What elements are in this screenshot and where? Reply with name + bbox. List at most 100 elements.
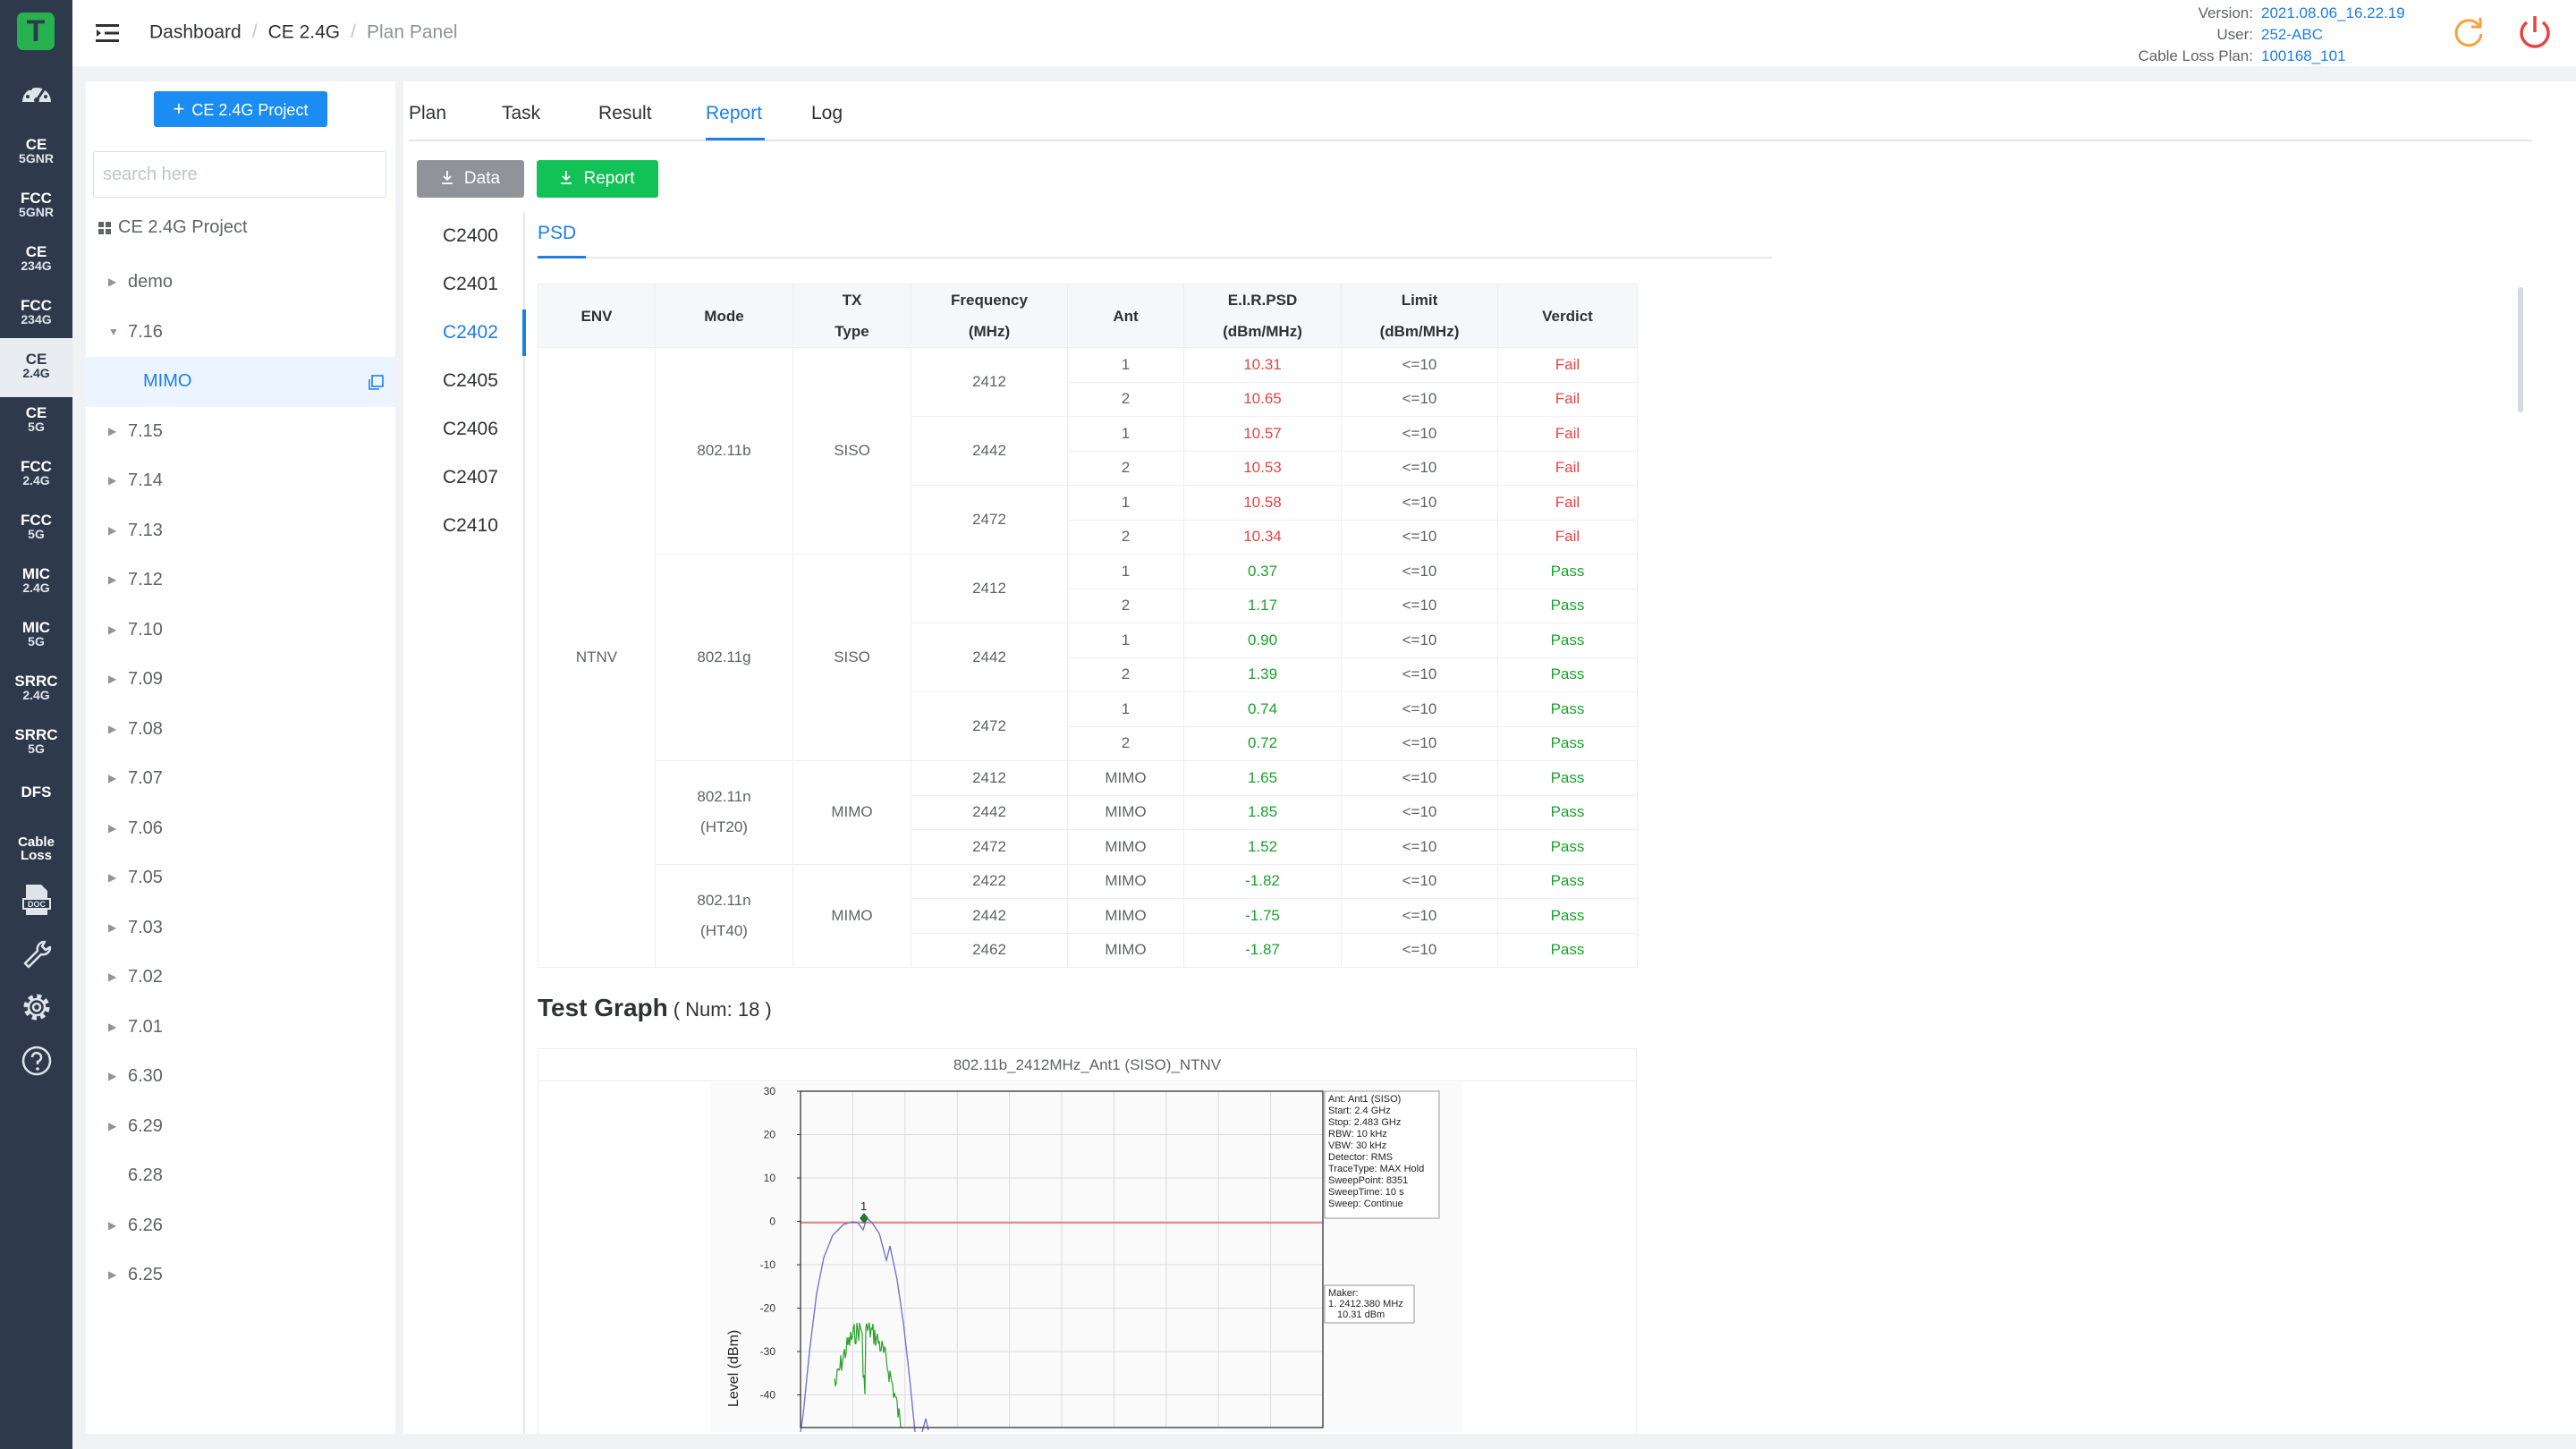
download-data-button[interactable]: Data	[417, 160, 524, 198]
rail-item-srrc-5g[interactable]: SRRC 5G	[0, 720, 72, 768]
caret-right-icon[interactable]: ▶	[108, 953, 116, 1003]
caret-right-icon[interactable]: ▶	[108, 853, 116, 903]
cell-verdict: Pass	[1497, 657, 1638, 692]
copy-icon[interactable]	[367, 374, 385, 392]
caret-right-icon[interactable]: ▶	[108, 903, 116, 953]
test-item-c2402[interactable]: C2402	[403, 309, 524, 357]
tree-node-6-29[interactable]: ▶ 6.29	[86, 1102, 395, 1152]
cell-limit: <=10	[1341, 416, 1498, 452]
download-report-button[interactable]: Report	[537, 160, 658, 198]
tree-node-7-08[interactable]: ▶ 7.08	[86, 705, 395, 755]
top-header: Dashboard / CE 2.4G / Plan Panel Version: 202…	[72, 0, 2576, 66]
tree-node-7-07[interactable]: ▶ 7.07	[86, 754, 395, 804]
tree-node-6-28[interactable]: 6.28	[86, 1151, 395, 1201]
breadcrumb-dashboard[interactable]: Dashboard	[149, 21, 242, 42]
breadcrumb-ce-2-4g[interactable]: CE 2.4G	[268, 21, 341, 42]
tab-task[interactable]: Task	[502, 103, 540, 124]
rail-item-cable-loss[interactable]: Cable Loss	[0, 827, 72, 876]
tree-node-label: 7.03	[128, 917, 163, 937]
caret-right-icon[interactable]: ▶	[108, 456, 116, 506]
caret-right-icon[interactable]: ▶	[108, 1250, 116, 1301]
rail-item-ce-5gnr[interactable]: CE 5GNR	[0, 130, 72, 178]
tab-result[interactable]: Result	[598, 103, 652, 124]
caret-right-icon[interactable]: ▶	[108, 1102, 116, 1152]
col-limit: Limit (dBm/MHz)	[1341, 284, 1498, 348]
rail-item-fcc-5gnr[interactable]: FCC 5GNR	[0, 183, 72, 232]
mode-label: 802.11b	[697, 442, 751, 459]
power-icon[interactable]	[2515, 13, 2555, 52]
cable-loss-value[interactable]: 100168_101	[2261, 46, 2422, 67]
tree-node-6-30[interactable]: ▶ 6.30	[86, 1052, 395, 1102]
rail-item-dfs[interactable]: DFS	[0, 776, 72, 809]
rail-item-mic-2-4g[interactable]: MIC 2.4G	[0, 559, 72, 607]
menu-toggle-icon[interactable]	[96, 23, 119, 43]
test-item-c2410[interactable]: C2410	[403, 502, 524, 550]
caret-right-icon[interactable]: ▶	[108, 1003, 116, 1053]
rail-item-line1: FCC	[21, 512, 52, 529]
test-item-c2401[interactable]: C2401	[403, 260, 524, 309]
test-item-c2405[interactable]: C2405	[403, 357, 524, 405]
tree-node-7-02[interactable]: ▶ 7.02	[86, 953, 395, 1003]
rail-item-fcc-234g[interactable]: FCC 234G	[0, 291, 72, 339]
caret-right-icon[interactable]: ▶	[108, 754, 116, 804]
dashboard-icon[interactable]	[18, 75, 55, 113]
doc-icon[interactable]: DOC	[18, 881, 55, 919]
test-item-c2406[interactable]: C2406	[403, 405, 524, 453]
caret-right-icon[interactable]: ▶	[108, 606, 116, 656]
caret-right-icon[interactable]: ▶	[108, 506, 116, 556]
tree-node-7-15[interactable]: ▶ 7.15	[86, 407, 395, 457]
wrench-icon[interactable]	[18, 935, 55, 972]
tree-node-7-05[interactable]: ▶ 7.05	[86, 853, 395, 903]
tree-node-6-26[interactable]: ▶ 6.26	[86, 1201, 395, 1251]
rail-item-fcc-5g[interactable]: FCC 5G	[0, 505, 72, 554]
tree-node-7-01[interactable]: ▶ 7.01	[86, 1003, 395, 1053]
caret-right-icon[interactable]: ▶	[108, 1052, 116, 1102]
tree-node-label: 7.16	[128, 321, 163, 342]
caret-down-icon[interactable]: ▼	[108, 308, 119, 358]
settings-icon[interactable]	[18, 988, 55, 1026]
tree-search-input[interactable]	[93, 151, 386, 198]
caret-right-icon[interactable]: ▶	[108, 1201, 116, 1251]
tree-node-label: 6.30	[128, 1066, 163, 1086]
tree-node-7-10[interactable]: ▶ 7.10	[86, 606, 395, 656]
cell-limit: <=10	[1341, 485, 1498, 521]
tree-root[interactable]: CE 2.4G Project	[98, 217, 248, 238]
tree-node-demo[interactable]: ▶ demo	[86, 258, 395, 308]
rail-item-ce-234g[interactable]: CE 234G	[0, 237, 72, 285]
rail-item-ce-2-4g[interactable]: CE 2.4G	[0, 338, 72, 397]
test-item-c2407[interactable]: C2407	[403, 453, 524, 502]
tree-node-7-13[interactable]: ▶ 7.13	[86, 506, 395, 556]
tree-node-7-12[interactable]: ▶ 7.12	[86, 555, 395, 606]
tab-plan[interactable]: Plan	[409, 103, 446, 124]
tab-psd[interactable]: PSD	[538, 223, 576, 244]
cell-ant: MIMO	[1067, 760, 1184, 796]
tab-log[interactable]: Log	[811, 103, 843, 124]
tree-node-mimo[interactable]: MIMO	[86, 357, 395, 407]
rail-item-fcc-2-4g[interactable]: FCC 2.4G	[0, 452, 72, 500]
tree-node-7-09[interactable]: ▶ 7.09	[86, 655, 395, 705]
version-label: Version:	[2198, 4, 2253, 21]
caret-right-icon[interactable]: ▶	[108, 705, 116, 755]
tree-node-6-25[interactable]: ▶ 6.25	[86, 1250, 395, 1301]
app-logo[interactable]: T	[17, 13, 55, 50]
rail-item-ce-5g[interactable]: CE 5G	[0, 398, 72, 446]
help-icon[interactable]	[18, 1042, 55, 1080]
tree-node-7-03[interactable]: ▶ 7.03	[86, 903, 395, 953]
tab-report[interactable]: Report	[706, 103, 762, 124]
caret-right-icon[interactable]: ▶	[108, 258, 116, 308]
tree-node-7-14[interactable]: ▶ 7.14	[86, 456, 395, 506]
rail-item-srrc-2-4g[interactable]: SRRC 2.4G	[0, 666, 72, 715]
caret-right-icon[interactable]: ▶	[108, 804, 116, 854]
tree-node-7-06[interactable]: ▶ 7.06	[86, 804, 395, 854]
caret-right-icon[interactable]: ▶	[108, 655, 116, 705]
tree-node-7-16[interactable]: ▼ 7.16	[86, 308, 395, 358]
rail-item-line2: 5GNR	[19, 151, 54, 165]
version-value: 2021.08.06_16.22.19	[2261, 4, 2405, 21]
test-item-c2400[interactable]: C2400	[403, 212, 524, 260]
refresh-icon[interactable]	[2451, 14, 2487, 50]
table-scrollbar[interactable]	[2518, 287, 2523, 412]
caret-right-icon[interactable]: ▶	[108, 555, 116, 606]
rail-item-mic-5g[interactable]: MIC 5G	[0, 613, 72, 661]
new-project-button[interactable]: + CE 2.4G Project	[154, 91, 327, 127]
caret-right-icon[interactable]: ▶	[108, 407, 116, 457]
